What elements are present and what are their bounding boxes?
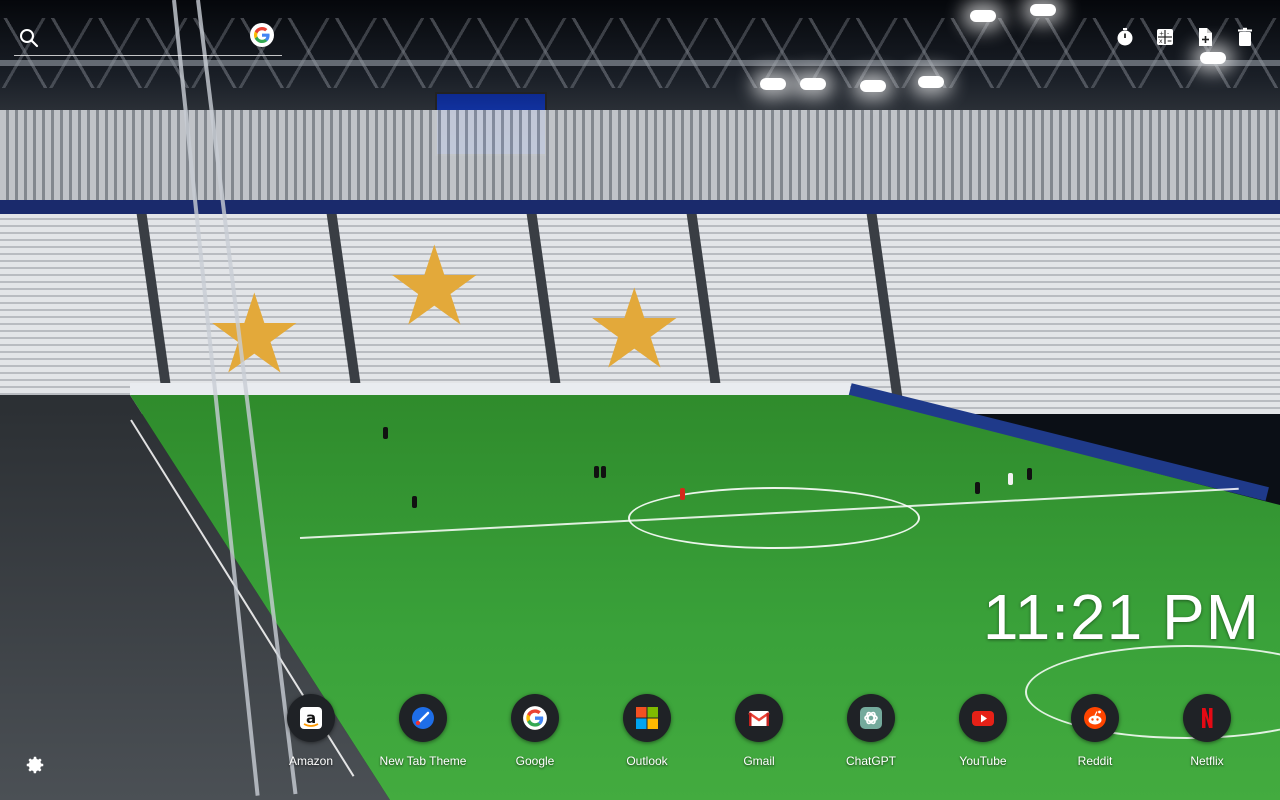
settings-gear-icon[interactable] <box>24 754 46 776</box>
app-amazon[interactable]: a Amazon <box>255 694 367 774</box>
player <box>412 496 417 508</box>
stand-star: ★ <box>585 268 684 391</box>
floodlight <box>760 78 786 90</box>
search-underline <box>14 55 282 56</box>
player <box>601 466 606 478</box>
player <box>383 427 388 439</box>
svg-text:+: + <box>1159 31 1164 38</box>
app-google[interactable]: Google <box>479 694 591 774</box>
floodlight <box>860 80 886 92</box>
app-label: Amazon <box>288 754 334 768</box>
search-icon[interactable] <box>18 27 40 49</box>
search-input[interactable] <box>48 24 252 54</box>
svg-text:a: a <box>306 709 316 727</box>
app-outlook[interactable]: Outlook <box>591 694 703 774</box>
google-search-engine-icon[interactable] <box>250 23 274 47</box>
search-bar <box>14 24 282 56</box>
app-reddit[interactable]: Reddit <box>1039 694 1151 774</box>
trash-icon[interactable] <box>1234 26 1256 48</box>
clock: 11:21 PM <box>982 581 1260 653</box>
stand-banner <box>0 200 1280 214</box>
outlook-icon[interactable] <box>623 694 671 742</box>
reddit-icon[interactable] <box>1071 694 1119 742</box>
new-tab-theme-icon[interactable] <box>399 694 447 742</box>
google-icon[interactable] <box>511 694 559 742</box>
app-label: New Tab Theme <box>379 754 467 768</box>
stadium-background: ★ ★ ★ <box>0 0 1280 800</box>
gmail-icon[interactable] <box>735 694 783 742</box>
player <box>1008 473 1013 485</box>
floodlight <box>918 76 944 88</box>
app-gmail[interactable]: Gmail <box>703 694 815 774</box>
center-circle <box>628 487 920 549</box>
netflix-icon[interactable] <box>1183 694 1231 742</box>
player <box>1027 468 1032 480</box>
player <box>594 466 599 478</box>
app-label: ChatGPT <box>845 754 896 768</box>
amazon-icon[interactable]: a <box>287 694 335 742</box>
calculator-icon[interactable]: + - x = <box>1154 26 1176 48</box>
notes-icon[interactable] <box>1194 26 1216 48</box>
app-label: Netflix <box>1190 754 1224 768</box>
app-label: Reddit <box>1077 754 1113 768</box>
youtube-icon[interactable] <box>959 694 1007 742</box>
app-chatgpt[interactable]: ChatGPT <box>815 694 927 774</box>
svg-text:=: = <box>1167 38 1172 45</box>
player <box>680 488 685 500</box>
toolbar: + - x = <box>1114 26 1256 48</box>
app-label: Google <box>515 754 555 768</box>
svg-text:-: - <box>1167 31 1169 38</box>
app-new-tab-theme[interactable]: New Tab Theme <box>367 694 479 774</box>
player <box>975 482 980 494</box>
top-bar: + - x = <box>0 0 1280 70</box>
stand-star: ★ <box>205 273 304 396</box>
stand-star: ★ <box>385 225 484 348</box>
app-label: Gmail <box>743 754 775 768</box>
app-dock: a Amazon New Tab Theme Google Outlook Gm… <box>255 694 1265 774</box>
app-youtube[interactable]: YouTube <box>927 694 1039 774</box>
app-label: Outlook <box>626 754 668 768</box>
timer-icon[interactable] <box>1114 26 1136 48</box>
chatgpt-icon[interactable] <box>847 694 895 742</box>
ad-boards <box>130 383 850 397</box>
svg-text:x: x <box>1159 38 1163 45</box>
app-netflix[interactable]: Netflix <box>1151 694 1263 774</box>
floodlight <box>800 78 826 90</box>
app-label: YouTube <box>959 754 1007 768</box>
